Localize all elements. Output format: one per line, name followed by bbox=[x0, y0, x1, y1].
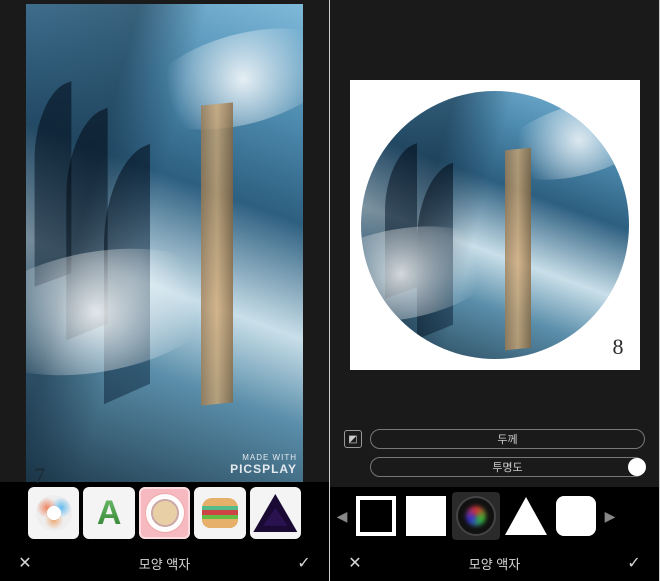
shape-scroll-right[interactable]: ▶ bbox=[602, 508, 618, 525]
cancel-button[interactable]: ✕ bbox=[14, 553, 36, 573]
shape-square-rounded[interactable] bbox=[552, 492, 600, 540]
circle-masked-photo bbox=[361, 91, 629, 359]
screen-right: 8 ◩ 두께 투명도 ◀ bbox=[330, 0, 660, 581]
penrose-icon bbox=[253, 494, 297, 532]
confirm-button[interactable]: ✓ bbox=[623, 553, 645, 573]
thickness-label: 두께 bbox=[497, 431, 517, 447]
shape-triangle[interactable] bbox=[502, 492, 550, 540]
shape-frame-thumbnails: A bbox=[0, 482, 329, 545]
shape-circle[interactable] bbox=[452, 492, 500, 540]
thickness-slider[interactable]: 두께 bbox=[370, 429, 645, 449]
thickness-icon: ◩ bbox=[344, 430, 362, 448]
frame-thumb-latte[interactable] bbox=[139, 487, 190, 539]
edited-photo: MADE WITH PICSPLAY bbox=[26, 4, 303, 482]
cancel-button[interactable]: ✕ bbox=[344, 553, 366, 573]
bottom-title: 모양 액자 bbox=[139, 554, 190, 573]
step-number-7: 7 bbox=[34, 463, 45, 489]
opacity-slider-row: 투명도 bbox=[344, 457, 645, 477]
square-rounded-icon bbox=[556, 496, 596, 536]
shape-scroll-left[interactable]: ◀ bbox=[334, 508, 350, 525]
bottom-title: 모양 액자 bbox=[469, 554, 520, 573]
shape-square-solid[interactable] bbox=[402, 492, 450, 540]
confirm-button[interactable]: ✓ bbox=[293, 553, 315, 573]
shape-square-outline[interactable] bbox=[352, 492, 400, 540]
latte-icon bbox=[148, 496, 182, 530]
frame-thumb-penrose[interactable] bbox=[250, 487, 301, 539]
triangle-icon bbox=[505, 497, 547, 535]
opacity-label: 투명도 bbox=[492, 459, 522, 475]
preview-area[interactable]: MADE WITH PICSPLAY bbox=[0, 0, 329, 482]
shape-picker: ◀ ▶ bbox=[330, 487, 659, 545]
square-outline-icon bbox=[356, 496, 396, 536]
bottom-bar: ✕ 모양 액자 ✓ bbox=[0, 545, 329, 581]
picsplay-watermark: MADE WITH PICSPLAY bbox=[230, 454, 297, 476]
opacity-slider-knob[interactable] bbox=[628, 458, 646, 476]
donut-icon bbox=[36, 495, 72, 531]
slider-panel: ◩ 두께 투명도 bbox=[330, 423, 659, 487]
frame-thumb-letter[interactable]: A bbox=[83, 487, 134, 539]
square-solid-icon bbox=[406, 496, 446, 536]
step-number-8: 8 bbox=[613, 334, 624, 360]
letter-a-icon: A bbox=[97, 494, 122, 533]
opacity-slider[interactable]: 투명도 bbox=[370, 457, 645, 477]
frame-canvas: 8 bbox=[350, 80, 640, 370]
circle-rgb-icon bbox=[456, 496, 496, 536]
preview-area[interactable]: 8 bbox=[330, 0, 659, 423]
thickness-slider-row: ◩ 두께 bbox=[344, 429, 645, 449]
bottom-bar: ✕ 모양 액자 ✓ bbox=[330, 545, 659, 581]
burger-icon bbox=[202, 498, 238, 528]
screen-left: MADE WITH PICSPLAY 7 A ✕ 모양 액자 ✓ bbox=[0, 0, 330, 581]
frame-thumb-burger[interactable] bbox=[194, 487, 245, 539]
frame-thumb-donut[interactable] bbox=[28, 487, 79, 539]
watermark-brand: PICSPLAY bbox=[230, 463, 297, 476]
